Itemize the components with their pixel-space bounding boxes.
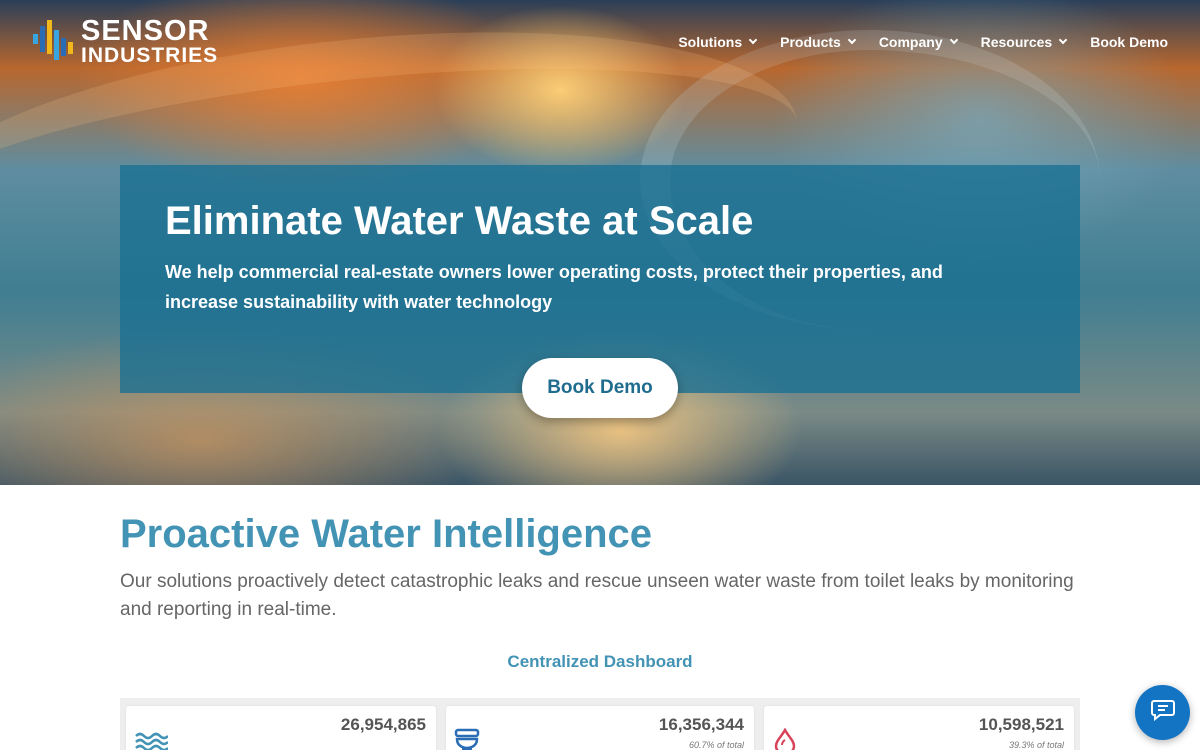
chevron-down-icon [748,35,758,45]
stat-value: 10,598,521 [978,715,1064,734]
nav-item-label: Company [878,34,943,50]
chevron-down-icon [847,35,857,45]
hero-title: Eliminate Water Waste at Scale [165,199,754,243]
chat-button[interactable] [1135,685,1190,740]
nav-item-label: Products [780,34,841,50]
stat-percent: 60.7% of total [688,740,744,750]
nav-book-demo-link[interactable]: Book Demo [1090,32,1168,52]
water-drop-icon [772,727,798,750]
chat-icon [1150,699,1175,726]
stat-value: 16,356,344 [658,715,744,734]
logo-text-line2: INDUSTRIES [81,44,219,67]
nav-item-products[interactable]: Products [780,32,857,52]
toilet-icon [452,728,482,750]
dashboard-label: Centralized Dashboard [507,652,693,671]
hero-banner: SENSOR INDUSTRIES Solutions Products Com… [0,0,1200,485]
hero-subtitle: We help commercial real-estate owners lo… [165,262,943,312]
section-description: Our solutions proactively detect catastr… [120,571,1074,620]
stat-percent: 39.3% of total [1008,740,1064,750]
logo-text-line1: SENSOR [81,15,210,47]
stat-value: 26,954,865 [340,715,426,734]
stat-card-total: 26,954,865 [126,706,436,750]
stat-card-toilet: 16,356,344 60.7% of total [446,706,754,750]
book-demo-button[interactable]: Book Demo [522,358,678,418]
nav-item-company[interactable]: Company [878,32,958,52]
nav-item-label: Book Demo [1090,34,1168,50]
section-title: Proactive Water Intelligence [120,512,653,556]
stat-card-leak: 10,598,521 39.3% of total [764,706,1074,750]
main-nav: Solutions Products Company Resources Boo… [654,32,1168,52]
nav-item-label: Solutions [678,34,743,50]
sensor-bars-logo-icon [33,20,75,68]
water-waves-icon [134,728,169,750]
chevron-down-icon [949,35,958,45]
nav-item-solutions[interactable]: Solutions [678,32,758,52]
site-logo[interactable]: SENSOR INDUSTRIES [33,16,233,70]
chevron-down-icon [1058,35,1068,45]
nav-item-label: Resources [980,34,1053,50]
nav-item-resources[interactable]: Resources [980,32,1068,52]
